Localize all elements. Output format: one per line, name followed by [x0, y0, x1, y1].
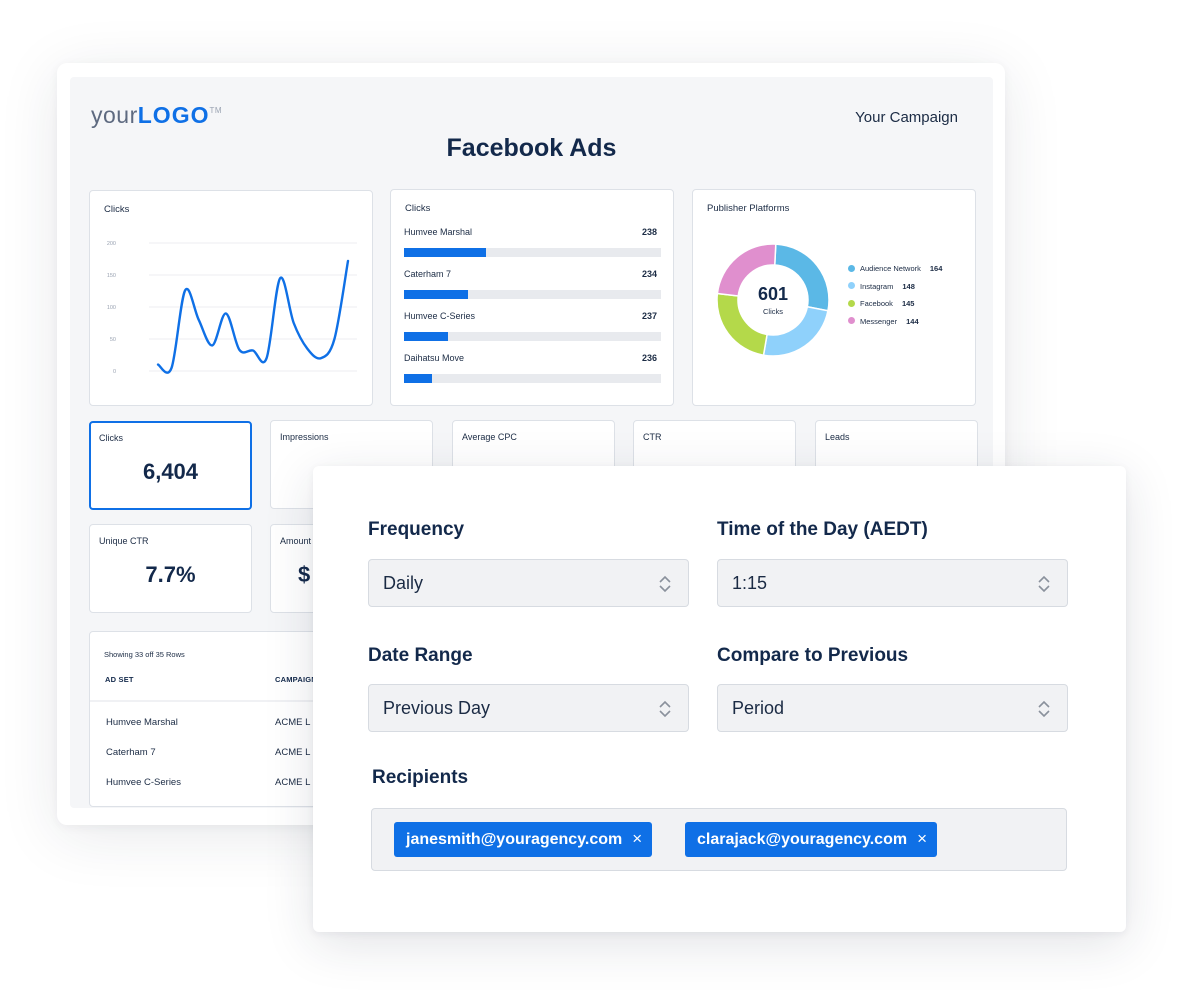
y-tick-label: 200	[107, 241, 116, 247]
frequency-label: Frequency	[368, 519, 465, 540]
y-tick-label: 150	[107, 273, 116, 279]
logo-trademark: TM	[209, 106, 223, 115]
bar-track	[404, 248, 661, 257]
legend-value: 145	[901, 299, 915, 308]
select-caret-icon	[1038, 575, 1050, 593]
kpi-label: Leads	[825, 432, 850, 442]
legend-swatch-icon	[848, 317, 855, 325]
legend-swatch-icon	[848, 282, 855, 290]
bar-label: Daihatsu Move	[404, 353, 465, 363]
y-tick-label: 100	[107, 305, 116, 311]
cell-ad-set: Caterham 7	[106, 747, 156, 758]
clicks-series-line	[156, 259, 350, 374]
kpi-label: Average CPC	[462, 432, 517, 442]
donut-total: 601	[757, 284, 789, 304]
cell-ad-set: Humvee Marshal	[106, 717, 178, 728]
compare-label: Compare to Previous	[717, 645, 909, 666]
campaign-name: Your Campaign	[855, 109, 958, 126]
date-range-value: Previous Day	[383, 698, 491, 718]
recipient-email: janesmith@youragency.com	[406, 831, 623, 848]
compare-value: Period	[732, 698, 785, 718]
bar-value: 236	[641, 353, 657, 363]
legend-swatch-icon	[848, 299, 855, 307]
recipients-label: Recipients	[372, 767, 469, 788]
date-range-select[interactable]: Previous Day	[368, 684, 689, 732]
bar-track	[404, 374, 661, 383]
bar-label: Humvee C-Series	[404, 311, 476, 321]
select-caret-icon	[1038, 700, 1050, 718]
kpi-label: Impressions	[280, 432, 329, 442]
legend-label: Facebook	[860, 299, 893, 308]
recipient-chip[interactable]: clarajack@youragency.com ×	[685, 822, 938, 857]
clicks-by-adset-card: Clicks Humvee Marshal 238 Caterham 7 234…	[390, 189, 674, 406]
legend-value: 148	[902, 281, 915, 291]
legend-item[interactable]: Facebook 145	[848, 299, 942, 317]
legend-value: 144	[906, 316, 919, 326]
legend-label: Audience Network	[860, 264, 921, 273]
table-row-count: Showing 33 off 35 Rows	[104, 650, 185, 659]
legend-item[interactable]: Audience Network 164	[848, 264, 942, 282]
date-range-label: Date Range	[368, 645, 473, 666]
clicks-line-chart: 200 150 100 50 0	[107, 241, 357, 375]
y-tick-label: 50	[110, 337, 116, 343]
frequency-select[interactable]: Daily	[368, 559, 689, 607]
bar-value: 238	[641, 227, 657, 237]
donut-legend: Audience Network 164 Instagram 148 Facebook 1…	[848, 264, 942, 334]
report-title: Facebook Ads	[446, 134, 617, 162]
kpi-label: Clicks	[99, 433, 123, 443]
bar-track	[404, 332, 661, 341]
select-caret-icon	[659, 575, 671, 593]
logo-brand: LOGO	[137, 102, 210, 128]
donut-total-label: Clicks	[763, 307, 783, 316]
legend-item[interactable]: Instagram 148	[848, 282, 942, 300]
frequency-value: Daily	[383, 573, 424, 593]
recipient-email: clarajack@youragency.com	[697, 831, 908, 848]
bar-label: Caterham 7	[404, 269, 452, 279]
cell-campaign: ACME L	[275, 747, 311, 758]
bar-fill	[404, 374, 433, 383]
remove-recipient-icon[interactable]: ×	[622, 822, 652, 855]
kpi-value: 7.7%	[145, 562, 196, 587]
kpi-label: Unique CTR	[99, 536, 149, 546]
compare-select[interactable]: Period	[717, 684, 1068, 732]
recipients-input[interactable]: janesmith@youragency.com × clarajack@your…	[371, 808, 1067, 871]
time-of-day-label: Time of the Day (AEDT)	[717, 519, 928, 540]
column-header-campaign[interactable]: CAMPAIGN	[275, 675, 317, 684]
y-tick-label: 0	[113, 369, 116, 375]
select-caret-icon	[659, 700, 671, 718]
time-of-day-select[interactable]: 1:15	[717, 559, 1068, 607]
kpi-value: 6,404	[142, 459, 199, 484]
legend-label: Messenger	[860, 316, 898, 326]
legend-item[interactable]: Messenger 144	[848, 317, 942, 335]
brand-logo: yourLOGOTM	[91, 102, 222, 129]
cell-ad-set: Humvee C-Series	[106, 777, 181, 788]
publisher-platforms-card: Publisher Platforms 601 Clicks Audience …	[692, 189, 976, 406]
cell-campaign: ACME L	[275, 717, 311, 728]
recipient-chip[interactable]: janesmith@youragency.com ×	[394, 822, 653, 857]
card-title: Clicks	[405, 203, 431, 214]
bar-value: 234	[641, 269, 657, 279]
bar-fill	[404, 290, 469, 299]
legend-swatch-icon	[848, 264, 855, 272]
kpi-label: Amount	[280, 536, 312, 546]
kpi-card-unique-ctr[interactable]: Unique CTR 7.7%	[89, 524, 252, 613]
kpi-label: CTR	[643, 432, 662, 442]
legend-label: Instagram	[860, 281, 894, 291]
cell-campaign: ACME L	[275, 777, 311, 788]
bar-fill	[404, 248, 487, 257]
time-of-day-value: 1:15	[732, 573, 768, 593]
bar-value: 237	[641, 311, 657, 321]
kpi-card-clicks[interactable]: Clicks 6,404	[89, 421, 252, 510]
bar-fill	[404, 332, 448, 341]
logo-prefix: your	[91, 102, 138, 128]
legend-value: 164	[929, 264, 943, 273]
bar-track	[404, 290, 661, 299]
bar-label: Humvee Marshal	[404, 227, 473, 237]
clicks-line-chart-card: Clicks 200 150 100 50 0	[89, 190, 373, 406]
remove-recipient-icon[interactable]: ×	[907, 822, 937, 855]
column-header-ad-set[interactable]: AD SET	[105, 675, 134, 684]
schedule-settings-panel: Frequency Daily Time of the Day (AEDT) 1…	[313, 466, 1126, 932]
